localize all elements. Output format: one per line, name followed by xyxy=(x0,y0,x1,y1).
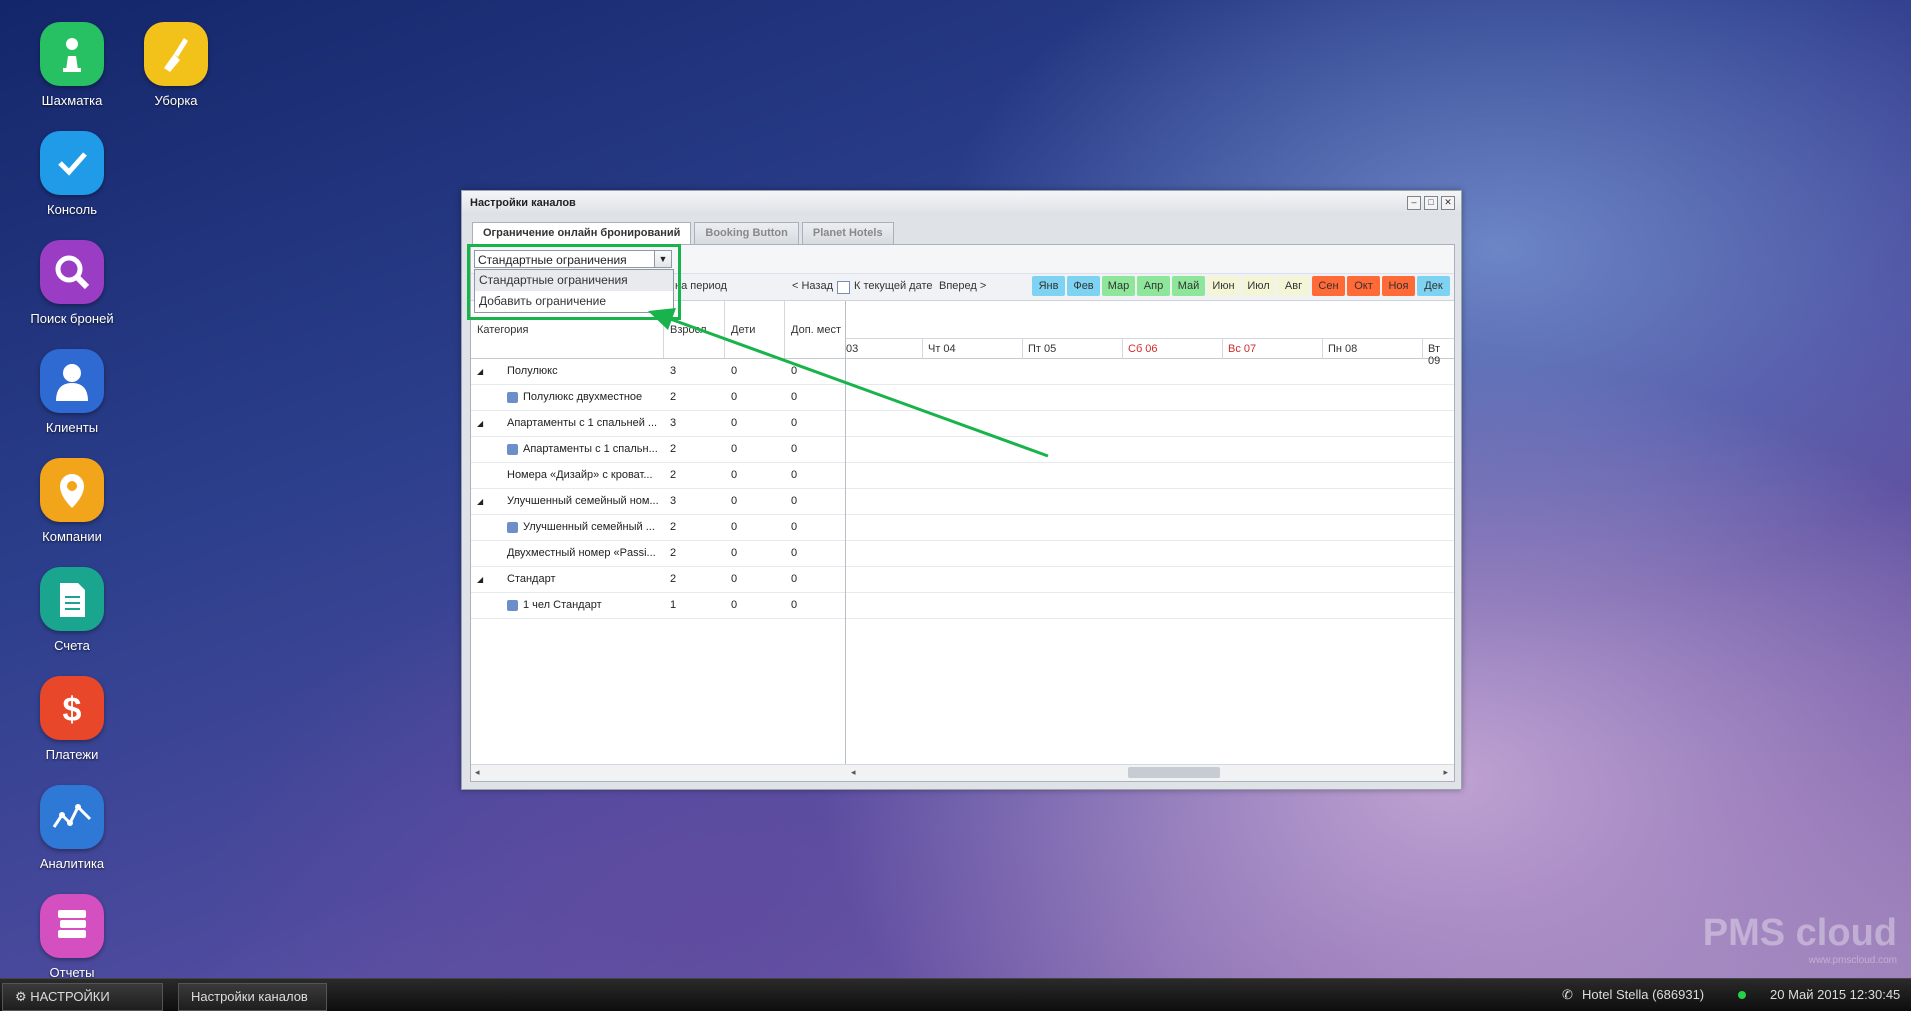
annotation-arrow xyxy=(648,308,1049,458)
